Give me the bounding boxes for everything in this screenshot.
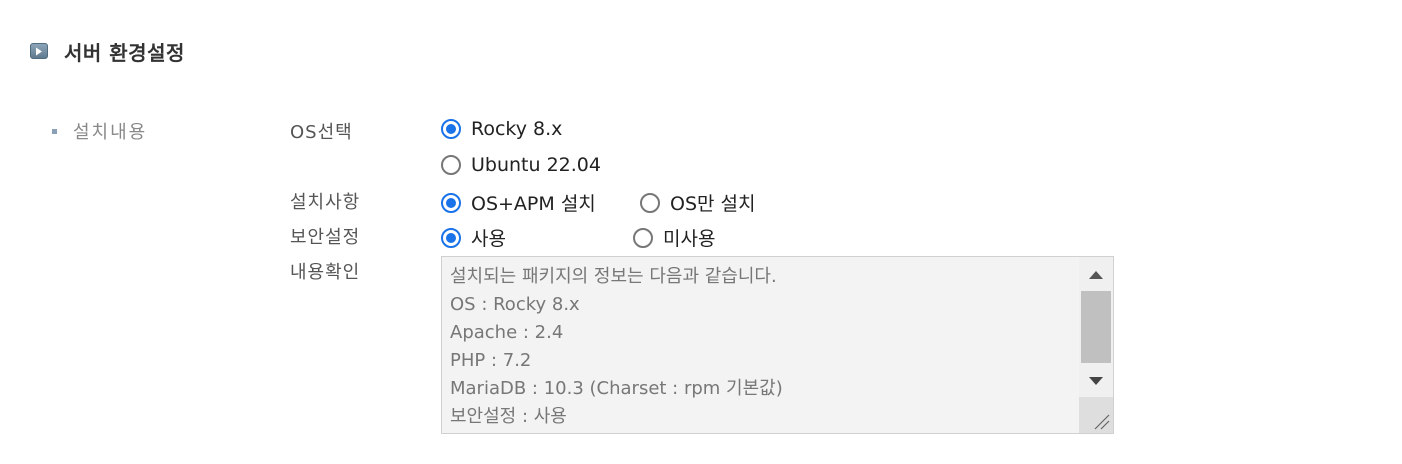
install-content-label: 설치내용 [52,118,147,144]
radio-rocky[interactable]: Rocky 8.x [441,118,562,140]
scroll-thumb[interactable] [1081,291,1111,363]
resize-handle-icon[interactable] [1079,397,1113,433]
confirm-text: 설치되는 패키지의 정보는 다음과 같습니다. OS : Rocky 8.x A… [450,266,783,427]
radio-circle[interactable] [441,227,461,248]
install-items-label: 설치사항 [290,192,361,213]
security-label: 보안설정 [290,227,361,248]
radio-security-on[interactable]: 사용 [441,224,506,251]
bullet-icon [52,128,57,134]
radio-os-only[interactable]: OS만 설치 [640,189,756,216]
server-settings-page: 서버 환경설정 설치내용 OS선택 Rocky 8.x Ubuntu 22.04… [0,0,1402,464]
scrollbar[interactable] [1079,257,1113,433]
radio-os-apm-label: OS+APM 설치 [471,193,596,215]
radio-circle[interactable] [441,192,461,213]
radio-security-on-label: 사용 [471,228,506,250]
radio-circle[interactable] [441,155,461,175]
radio-ubuntu[interactable]: Ubuntu 22.04 [441,154,601,176]
confirm-label: 내용확인 [290,262,361,283]
radio-circle[interactable] [640,192,660,213]
os-select-label: OS선택 [290,122,353,143]
confirm-textarea[interactable]: 설치되는 패키지의 정보는 다음과 같습니다. OS : Rocky 8.x A… [441,256,1114,434]
radio-security-off-label: 미사용 [663,228,716,250]
scroll-up-icon[interactable] [1079,259,1113,291]
section-header: 서버 환경설정 [30,36,185,66]
radio-security-off[interactable]: 미사용 [633,224,715,251]
install-content-text: 설치내용 [73,122,148,143]
radio-ubuntu-label: Ubuntu 22.04 [471,154,601,176]
scroll-down-icon[interactable] [1079,365,1113,397]
radio-os-apm[interactable]: OS+APM 설치 [441,189,596,216]
radio-rocky-label: Rocky 8.x [471,118,563,140]
section-title: 서버 환경설정 [64,40,185,65]
radio-os-only-label: OS만 설치 [670,193,756,215]
play-icon [30,43,48,59]
radio-circle[interactable] [633,227,653,248]
radio-circle[interactable] [441,119,461,139]
